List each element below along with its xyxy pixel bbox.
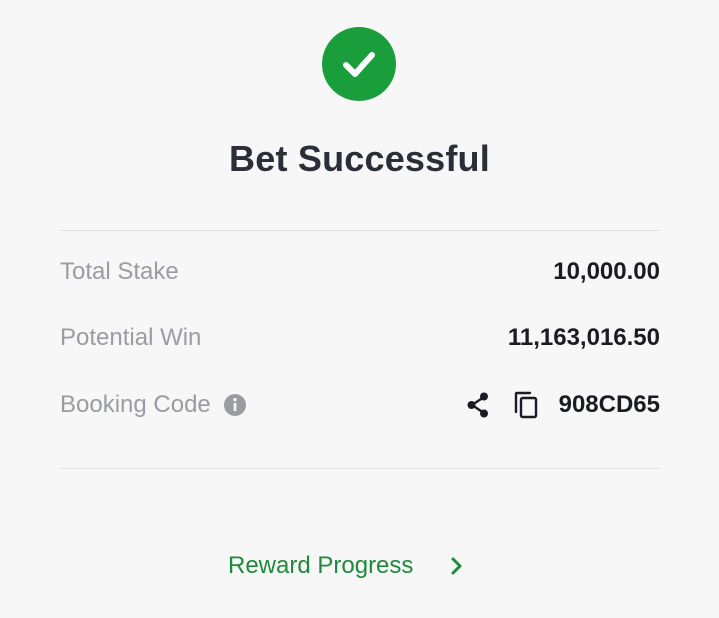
info-icon[interactable] [223, 393, 247, 417]
potential-win-label: Potential Win [60, 324, 202, 351]
booking-code-label: Booking Code [60, 391, 211, 418]
top-divider [60, 230, 660, 231]
potential-win-value: 11,163,016.50 [507, 324, 660, 351]
reward-progress-label: Reward Progress [228, 552, 414, 579]
chevron-right-icon [447, 554, 467, 578]
copy-icon[interactable] [511, 390, 541, 420]
success-check-icon [322, 27, 396, 101]
total-stake-value: 10,000.00 [553, 258, 660, 285]
bottom-divider [60, 468, 660, 469]
reward-progress-link[interactable]: Reward Progress [228, 552, 467, 580]
share-icon[interactable] [463, 390, 493, 420]
booking-code-value[interactable]: 908CD65 [559, 391, 660, 419]
page-title: Bet Successful [229, 138, 490, 179]
booking-code-value-group: 908CD65 [463, 390, 660, 420]
potential-win-row: Potential Win 11,163,016.50 [60, 318, 660, 358]
total-stake-label: Total Stake [60, 258, 179, 285]
checkmark-icon [343, 52, 375, 77]
booking-code-row: Booking Code 908CD65 [60, 385, 660, 425]
booking-code-label-group: Booking Code [60, 391, 247, 419]
total-stake-row: Total Stake 10,000.00 [60, 252, 660, 292]
